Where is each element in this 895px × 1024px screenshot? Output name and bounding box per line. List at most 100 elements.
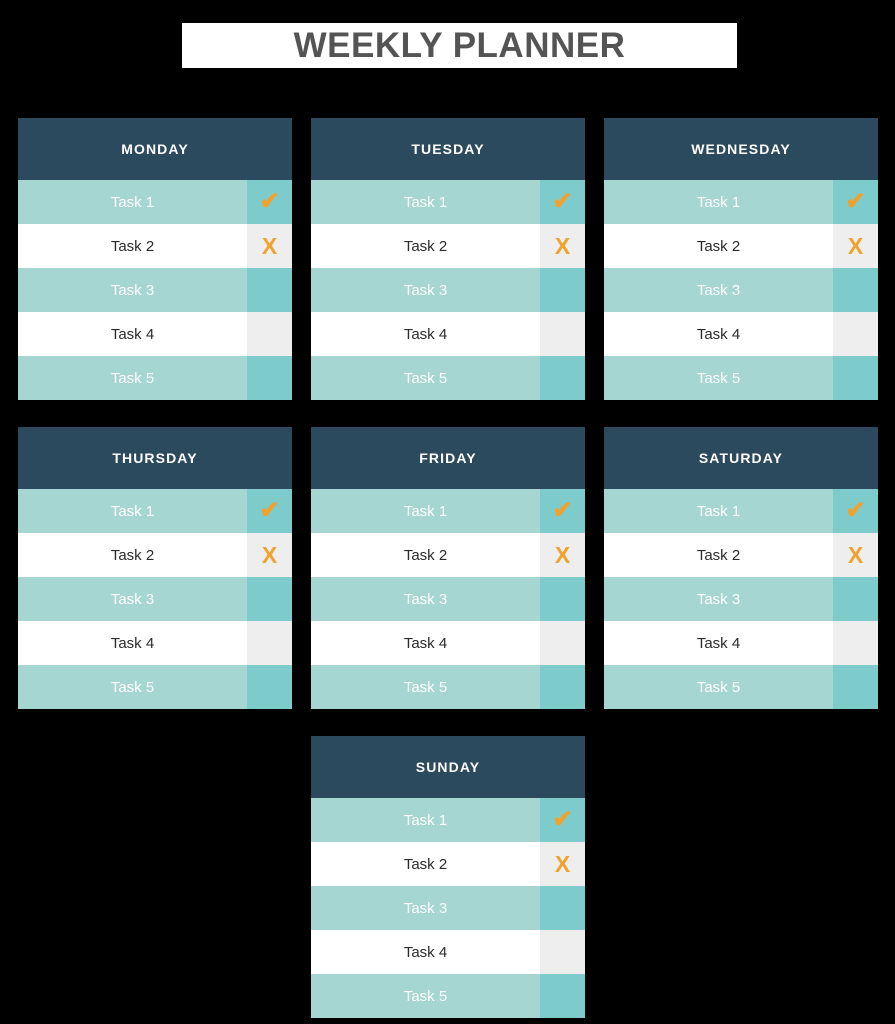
task-label-cell[interactable]: Task 2 bbox=[311, 533, 540, 577]
task-status-checkbox[interactable]: ✔ bbox=[540, 798, 585, 842]
task-row[interactable]: Task 5 bbox=[311, 665, 585, 709]
task-row[interactable]: Task 5 bbox=[18, 356, 292, 400]
task-status-checkbox[interactable] bbox=[540, 356, 585, 400]
task-label-cell[interactable]: Task 2 bbox=[311, 224, 540, 268]
task-label-cell[interactable]: Task 4 bbox=[311, 621, 540, 665]
task-label-cell[interactable]: Task 5 bbox=[18, 665, 247, 709]
task-label-cell[interactable]: Task 1 bbox=[311, 798, 540, 842]
task-row[interactable]: Task 4 bbox=[311, 621, 585, 665]
task-status-checkbox[interactable]: ✔ bbox=[247, 180, 292, 224]
task-label-cell[interactable]: Task 1 bbox=[604, 489, 833, 533]
task-row[interactable]: Task 3 bbox=[18, 577, 292, 621]
task-status-checkbox[interactable] bbox=[540, 886, 585, 930]
task-label-cell[interactable]: Task 5 bbox=[18, 356, 247, 400]
task-status-checkbox[interactable]: ✔ bbox=[540, 180, 585, 224]
task-row[interactable]: Task 2 X bbox=[604, 224, 878, 268]
task-row[interactable]: Task 4 bbox=[311, 930, 585, 974]
task-status-checkbox[interactable] bbox=[247, 621, 292, 665]
task-status-checkbox[interactable]: ✔ bbox=[540, 489, 585, 533]
task-row[interactable]: Task 3 bbox=[604, 577, 878, 621]
task-row[interactable]: Task 1 ✔ bbox=[311, 798, 585, 842]
task-row[interactable]: Task 4 bbox=[18, 621, 292, 665]
task-label-cell[interactable]: Task 4 bbox=[18, 312, 247, 356]
task-row[interactable]: Task 4 bbox=[604, 621, 878, 665]
task-status-checkbox[interactable] bbox=[540, 312, 585, 356]
task-label-cell[interactable]: Task 4 bbox=[604, 621, 833, 665]
task-row[interactable]: Task 4 bbox=[18, 312, 292, 356]
task-label-cell[interactable]: Task 3 bbox=[604, 268, 833, 312]
task-row[interactable]: Task 5 bbox=[604, 356, 878, 400]
task-row[interactable]: Task 5 bbox=[604, 665, 878, 709]
task-status-checkbox[interactable] bbox=[247, 356, 292, 400]
task-row[interactable]: Task 1 ✔ bbox=[18, 489, 292, 533]
task-status-checkbox[interactable] bbox=[540, 665, 585, 709]
task-row[interactable]: Task 5 bbox=[18, 665, 292, 709]
task-status-checkbox[interactable]: X bbox=[247, 533, 292, 577]
task-row[interactable]: Task 3 bbox=[311, 886, 585, 930]
task-label-cell[interactable]: Task 1 bbox=[311, 180, 540, 224]
task-status-checkbox[interactable] bbox=[833, 577, 878, 621]
task-row[interactable]: Task 1 ✔ bbox=[604, 489, 878, 533]
task-status-checkbox[interactable] bbox=[833, 356, 878, 400]
task-row[interactable]: Task 4 bbox=[311, 312, 585, 356]
task-row[interactable]: Task 2 X bbox=[311, 224, 585, 268]
task-row[interactable]: Task 3 bbox=[604, 268, 878, 312]
task-status-checkbox[interactable] bbox=[540, 621, 585, 665]
task-label-cell[interactable]: Task 5 bbox=[311, 356, 540, 400]
task-row[interactable]: Task 2 X bbox=[18, 533, 292, 577]
task-label-cell[interactable]: Task 2 bbox=[18, 533, 247, 577]
task-row[interactable]: Task 2 X bbox=[18, 224, 292, 268]
task-status-checkbox[interactable] bbox=[540, 268, 585, 312]
task-row[interactable]: Task 1 ✔ bbox=[604, 180, 878, 224]
task-label-cell[interactable]: Task 3 bbox=[18, 577, 247, 621]
task-status-checkbox[interactable] bbox=[540, 974, 585, 1018]
task-label-cell[interactable]: Task 3 bbox=[311, 577, 540, 621]
task-label-cell[interactable]: Task 2 bbox=[18, 224, 247, 268]
task-label-cell[interactable]: Task 1 bbox=[18, 489, 247, 533]
task-row[interactable]: Task 3 bbox=[18, 268, 292, 312]
task-status-checkbox[interactable] bbox=[833, 665, 878, 709]
task-row[interactable]: Task 1 ✔ bbox=[311, 180, 585, 224]
task-row[interactable]: Task 5 bbox=[311, 974, 585, 1018]
task-label-cell[interactable]: Task 4 bbox=[604, 312, 833, 356]
task-status-checkbox[interactable] bbox=[833, 312, 878, 356]
task-row[interactable]: Task 1 ✔ bbox=[311, 489, 585, 533]
task-label-cell[interactable]: Task 1 bbox=[604, 180, 833, 224]
task-label-cell[interactable]: Task 1 bbox=[18, 180, 247, 224]
task-status-checkbox[interactable] bbox=[833, 268, 878, 312]
task-row[interactable]: Task 2 X bbox=[311, 533, 585, 577]
task-label-cell[interactable]: Task 4 bbox=[18, 621, 247, 665]
task-row[interactable]: Task 1 ✔ bbox=[18, 180, 292, 224]
task-row[interactable]: Task 5 bbox=[311, 356, 585, 400]
task-row[interactable]: Task 4 bbox=[604, 312, 878, 356]
task-label-cell[interactable]: Task 4 bbox=[311, 930, 540, 974]
task-status-checkbox[interactable]: X bbox=[833, 224, 878, 268]
task-status-checkbox[interactable]: X bbox=[540, 224, 585, 268]
task-label-cell[interactable]: Task 5 bbox=[604, 665, 833, 709]
task-status-checkbox[interactable]: X bbox=[247, 224, 292, 268]
task-label-cell[interactable]: Task 2 bbox=[604, 224, 833, 268]
task-label-cell[interactable]: Task 3 bbox=[311, 886, 540, 930]
task-status-checkbox[interactable] bbox=[833, 621, 878, 665]
task-status-checkbox[interactable]: ✔ bbox=[833, 489, 878, 533]
task-row[interactable]: Task 3 bbox=[311, 268, 585, 312]
task-label-cell[interactable]: Task 1 bbox=[311, 489, 540, 533]
task-label-cell[interactable]: Task 3 bbox=[18, 268, 247, 312]
task-status-checkbox[interactable] bbox=[247, 312, 292, 356]
task-status-checkbox[interactable]: X bbox=[833, 533, 878, 577]
task-label-cell[interactable]: Task 4 bbox=[311, 312, 540, 356]
task-row[interactable]: Task 2 X bbox=[311, 842, 585, 886]
task-status-checkbox[interactable]: ✔ bbox=[833, 180, 878, 224]
task-status-checkbox[interactable] bbox=[540, 930, 585, 974]
task-row[interactable]: Task 2 X bbox=[604, 533, 878, 577]
task-status-checkbox[interactable]: X bbox=[540, 842, 585, 886]
task-row[interactable]: Task 3 bbox=[311, 577, 585, 621]
task-status-checkbox[interactable] bbox=[247, 577, 292, 621]
task-label-cell[interactable]: Task 5 bbox=[311, 974, 540, 1018]
task-label-cell[interactable]: Task 2 bbox=[604, 533, 833, 577]
task-status-checkbox[interactable] bbox=[540, 577, 585, 621]
task-label-cell[interactable]: Task 3 bbox=[311, 268, 540, 312]
task-status-checkbox[interactable]: X bbox=[540, 533, 585, 577]
task-label-cell[interactable]: Task 2 bbox=[311, 842, 540, 886]
task-status-checkbox[interactable] bbox=[247, 665, 292, 709]
